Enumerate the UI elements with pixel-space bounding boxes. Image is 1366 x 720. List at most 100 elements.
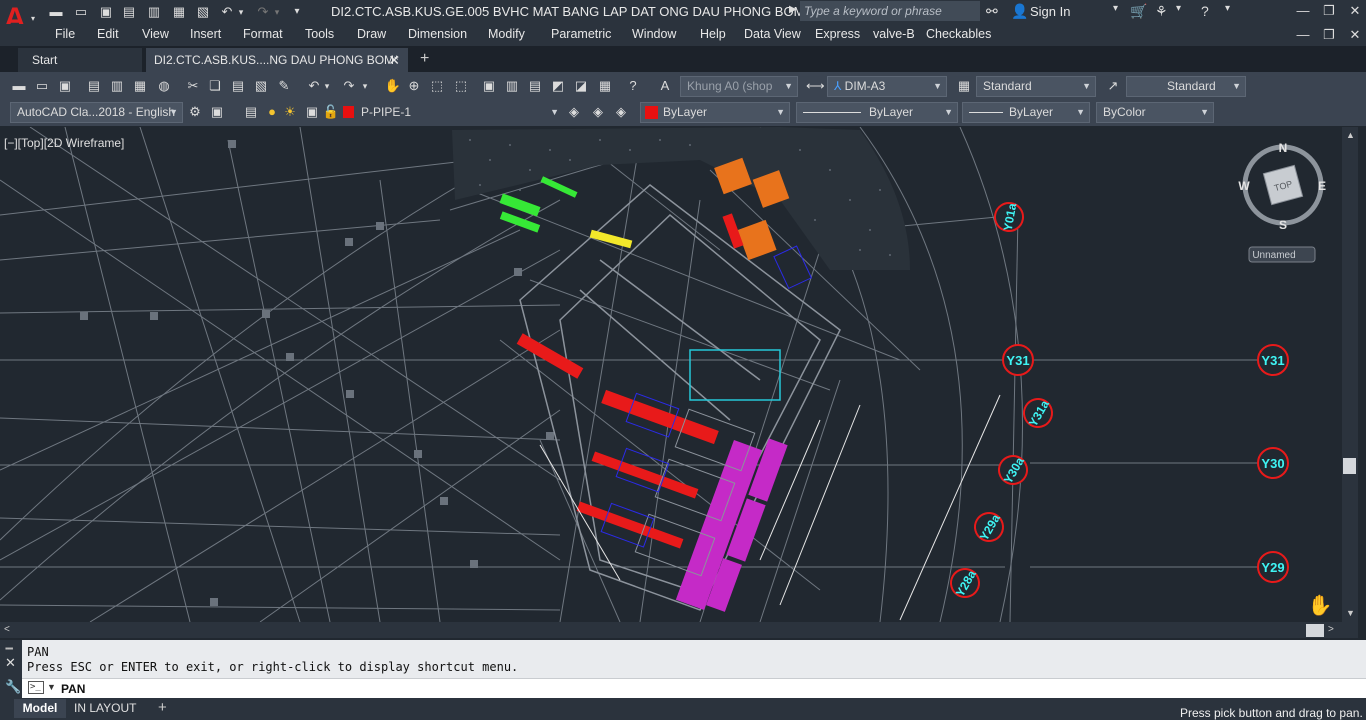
redo-dropdown-icon-2[interactable]: ▾ [360, 77, 370, 95]
open-file-icon[interactable]: ▭ [72, 3, 90, 21]
plot-icon[interactable]: ▧ [194, 3, 212, 21]
redo-icon-2[interactable]: ↷ [340, 77, 358, 95]
search-input[interactable] [800, 1, 980, 21]
scroll-down-icon[interactable]: ▼ [1346, 608, 1355, 618]
layer-thaw-sun-icon[interactable]: ☀ [281, 103, 299, 121]
linetype-combo[interactable]: ByLayer ▼ [796, 102, 958, 123]
help-icon[interactable]: ? [1201, 3, 1209, 19]
sign-in-button[interactable]: Sign In [1030, 4, 1070, 19]
dim-style-combo[interactable]: ⅄ DIM-A3 ▼ [827, 76, 947, 97]
zoom-realtime-icon[interactable]: ⊕ [405, 77, 423, 95]
customize-quick-access-icon[interactable]: ▾ [288, 3, 306, 21]
search-expand-icon[interactable]: ▶ [789, 4, 797, 15]
doc-minimize-icon[interactable]: — [1290, 27, 1316, 45]
redo-icon[interactable]: ↷ [254, 3, 272, 21]
sheet-set-icon[interactable]: ◩ [549, 77, 567, 95]
close-tab-icon[interactable]: ✕ [388, 48, 400, 72]
wrench-icon[interactable]: 🔧 [5, 679, 21, 695]
tab-document[interactable]: DI2.CTC.ASB.KUS....NG DAU PHONG BOM* ✕ [146, 48, 408, 72]
drawing-viewport[interactable]: Y31 Y31 Y30 Y29 Y31a Y30a Y29a Y28a Y01a… [0, 127, 1342, 622]
new-tab-button[interactable]: + [420, 50, 429, 68]
layer-on-bulb-icon[interactable]: ● [263, 103, 281, 121]
multileader-style-icon[interactable]: ↗ [1104, 77, 1122, 95]
menu-view[interactable]: View [142, 27, 169, 41]
a360-dropdown-icon[interactable]: ▾ [1176, 3, 1181, 14]
menu-format[interactable]: Format [243, 27, 283, 41]
pan-icon[interactable]: ✋ [384, 77, 402, 95]
menu-insert[interactable]: Insert [190, 27, 221, 41]
workspace-combo[interactable]: AutoCAD Cla...2018 - English ▼ [10, 102, 183, 123]
tab-start[interactable]: Start [18, 48, 142, 72]
open-web-icon[interactable]: ▥ [145, 3, 163, 21]
menu-dimension[interactable]: Dimension [408, 27, 467, 41]
undo-icon[interactable]: ↶ [218, 3, 236, 21]
make-current-layer-icon[interactable]: ◈ [565, 103, 583, 121]
layer-previous-icon[interactable]: ◈ [589, 103, 607, 121]
close-icon[interactable]: ✕ [1342, 3, 1366, 21]
tool-palettes-icon[interactable]: ▤ [526, 77, 544, 95]
menu-parametric[interactable]: Parametric [551, 27, 611, 41]
layer-properties-icon[interactable]: ▤ [242, 103, 260, 121]
a360-icon[interactable]: ⚘ [1155, 3, 1168, 20]
minimize-icon[interactable]: — [1290, 3, 1316, 21]
redo-dropdown-icon[interactable]: ▾ [272, 3, 282, 21]
table-style-combo[interactable]: Standard ▼ [976, 76, 1096, 97]
layer-combo[interactable]: P-PIPE-1 ▼ [354, 102, 564, 123]
save-icon[interactable]: ▣ [97, 3, 115, 21]
command-input[interactable]: PAN [61, 682, 85, 696]
plotstyle-combo[interactable]: ByColor ▼ [1096, 102, 1214, 123]
viewport-controls-label[interactable]: [−][Top][2D Wireframe] [4, 136, 124, 150]
user-icon[interactable]: 👤 [1011, 3, 1028, 20]
menu-valve-b[interactable]: valve-B [873, 27, 915, 41]
vertical-scroll-thumb[interactable] [1343, 458, 1356, 474]
add-layout-button[interactable]: + [158, 699, 167, 716]
doc-restore-icon[interactable]: ❐ [1316, 27, 1342, 45]
restore-icon[interactable]: ❐ [1316, 3, 1342, 21]
text-style-icon[interactable]: A [656, 77, 674, 95]
menu-express[interactable]: Express [815, 27, 860, 41]
undo-icon-2[interactable]: ↶ [305, 77, 323, 95]
horizontal-scrollbar[interactable] [0, 622, 1358, 638]
paste-icon[interactable]: ▤ [229, 77, 247, 95]
recent-commands-dropdown-icon[interactable]: ▼ [47, 682, 56, 692]
brush-icon[interactable]: ✎ [275, 77, 293, 95]
table-style-icon[interactable]: ▦ [955, 77, 973, 95]
qnew-icon[interactable]: ▬ [10, 77, 28, 95]
dim-style-icon[interactable]: ⟷ [806, 77, 825, 95]
help-dropdown-icon[interactable]: ▾ [1225, 3, 1230, 14]
layer-state-icon[interactable]: ◈ [612, 103, 630, 121]
plot-icon-2[interactable]: ▤ [85, 77, 103, 95]
new-file-icon[interactable]: ▬ [47, 3, 65, 21]
layer-unlock-icon[interactable]: 🔓 [322, 103, 340, 121]
doc-close-icon[interactable]: ✕ [1342, 27, 1366, 45]
horizontal-scroll-thumb[interactable] [1306, 624, 1324, 637]
menu-edit[interactable]: Edit [97, 27, 119, 41]
help-icon-2[interactable]: ? [624, 77, 642, 95]
publish-icon[interactable]: ▦ [131, 77, 149, 95]
save-as-icon[interactable]: ▤ [120, 3, 138, 21]
undo-dropdown-icon[interactable]: ▾ [236, 3, 246, 21]
menu-draw[interactable]: Draw [357, 27, 386, 41]
command-prompt-icon[interactable]: >_ [28, 681, 44, 694]
undo-dropdown-icon-2[interactable]: ▾ [322, 77, 332, 95]
sign-in-dropdown-icon[interactable]: ▾ [1113, 3, 1118, 14]
scroll-up-icon[interactable]: ▲ [1346, 130, 1355, 140]
design-center-icon[interactable]: ▥ [503, 77, 521, 95]
color-combo[interactable]: ByLayer ▼ [640, 102, 790, 123]
lineweight-combo[interactable]: ByLayer ▼ [962, 102, 1090, 123]
viewcube[interactable]: TOP N S E W Unnamed [1238, 141, 1326, 263]
layer-viewport-freeze-icon[interactable]: ▣ [303, 103, 321, 121]
grip-icon[interactable]: ▪▪▪▪ [5, 644, 13, 653]
properties-icon[interactable]: ▣ [480, 77, 498, 95]
menu-file[interactable]: File [55, 27, 75, 41]
multileader-style-combo[interactable]: Standard ▼ [1126, 76, 1246, 97]
scroll-right-icon[interactable]: > [1328, 624, 1334, 635]
markup-icon[interactable]: ◪ [572, 77, 590, 95]
cart-icon[interactable]: 🛒 [1130, 3, 1147, 20]
globe-icon[interactable]: ◍ [155, 77, 173, 95]
open-icon[interactable]: ▭ [33, 77, 51, 95]
tab-layout[interactable]: IN LAYOUT [74, 701, 136, 715]
gear-icon[interactable]: ⚙ [186, 103, 204, 121]
plot-preview-icon[interactable]: ▥ [108, 77, 126, 95]
menu-checkables[interactable]: Checkables [926, 27, 991, 41]
